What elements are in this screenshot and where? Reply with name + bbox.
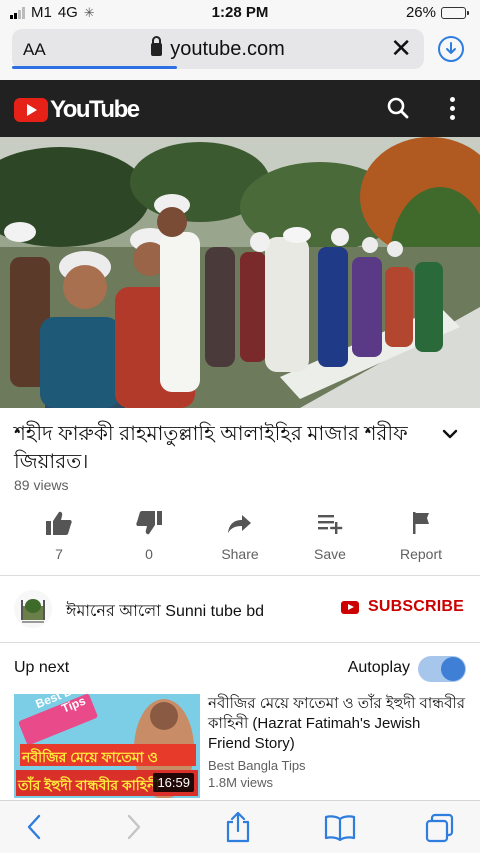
forward-icon[interactable] [124,813,144,841]
video-title-row[interactable]: শহীদ ফারুকী রাহমাতুল্লাহি আলাইহির মাজার … [14,420,464,476]
share-sheet-icon[interactable] [224,811,252,843]
share-icon [228,515,251,533]
youtube-logo[interactable]: YouTube [14,96,140,124]
recommended-thumbnail[interactable]: Best Bangla Tips নবীজির মেয়ে ফাতেমা ও ত… [14,694,200,798]
video-player[interactable] [0,137,480,408]
subscribe-button[interactable]: SUBSCRIBE [340,598,464,616]
chevron-down-icon[interactable] [442,428,458,440]
view-count: 89 views [14,477,69,493]
report-label: Report [399,546,443,562]
browser-toolbar [0,800,480,853]
save-button[interactable]: Save [285,510,375,562]
recommended-info[interactable]: নবীজির মেয়ে ফাতেমা ও তাঁর ইহুদী বান্ধবী… [208,694,466,790]
lock-icon [151,36,163,56]
divider [0,642,480,643]
search-icon[interactable] [386,96,410,125]
channel-row: ঈমানের আলো Sunni tube bd SUBSCRIBE [14,590,466,628]
like-count: 7 [55,546,63,562]
more-vert-icon[interactable] [450,97,456,121]
save-label: Save [314,546,346,562]
divider [0,575,480,576]
video-frame-image [0,137,480,408]
subscribe-label: SUBSCRIBE [367,598,464,615]
video-title: শহীদ ফারুকী রাহমাতুল্লাহি আলাইহির মাজার … [14,423,408,473]
autoplay-label: Autoplay [347,659,410,676]
recommended-channel: Best Bangla Tips [208,758,306,773]
report-button[interactable]: Report [376,510,466,562]
thumbs-up-icon [46,511,72,535]
dislike-button[interactable]: 0 [104,510,194,562]
download-icon[interactable] [438,36,464,62]
report-flag-icon [413,512,429,534]
back-icon[interactable] [24,813,44,841]
youtube-logo-text: YouTube [50,96,140,123]
save-playlist-icon [318,515,343,534]
url-text: youtube.com [170,38,285,60]
battery-percent: 26% [405,4,436,21]
thumb-caption-1: নবীজির মেয়ে ফাতেমা ও [22,749,158,765]
share-label: Share [221,546,259,562]
toggle-knob [441,657,465,681]
battery-icon [441,6,469,19]
page-load-progress [12,66,177,69]
url-display[interactable]: youtube.com [12,36,424,61]
share-button[interactable]: Share [195,510,285,562]
thumbs-down-icon [136,511,162,535]
stop-loading-button[interactable]: ✕ [390,33,412,63]
tabs-icon[interactable] [424,813,456,843]
bookmarks-icon[interactable] [324,813,356,841]
status-right: 26% [405,4,469,21]
recommended-title: নবীজির মেয়ে ফাতেমা ও তাঁর ইহুদী বান্ধবী… [208,695,466,752]
browser-address-bar: AA youtube.com ✕ [0,26,480,80]
autoplay-toggle[interactable] [418,656,466,682]
mosque-avatar-icon [14,590,52,628]
channel-name[interactable]: ঈমানের আলো Sunni tube bd [66,598,264,625]
recommended-views: 1.8M views [208,775,274,790]
video-actions: 7 0 Share Save Report [0,510,480,568]
video-duration: 16:59 [153,773,194,792]
status-bar: M1 4G ✳ 1:28 PM 26% [0,0,480,26]
up-next-heading: Up next [14,659,70,676]
channel-avatar[interactable] [14,590,52,628]
recommended-video[interactable]: Best Bangla Tips নবীজির মেয়ে ফাতেমা ও ত… [14,694,466,800]
like-button[interactable]: 7 [14,510,104,562]
dislike-count: 0 [145,546,153,562]
thumb-caption-2: তাঁর ইহুদী বান্ধবীর কাহিনী [18,777,160,793]
youtube-subscribe-icon [340,600,359,614]
youtube-header: YouTube [0,80,480,137]
youtube-play-logo-icon [14,98,48,122]
url-field[interactable]: AA youtube.com ✕ [12,29,424,69]
